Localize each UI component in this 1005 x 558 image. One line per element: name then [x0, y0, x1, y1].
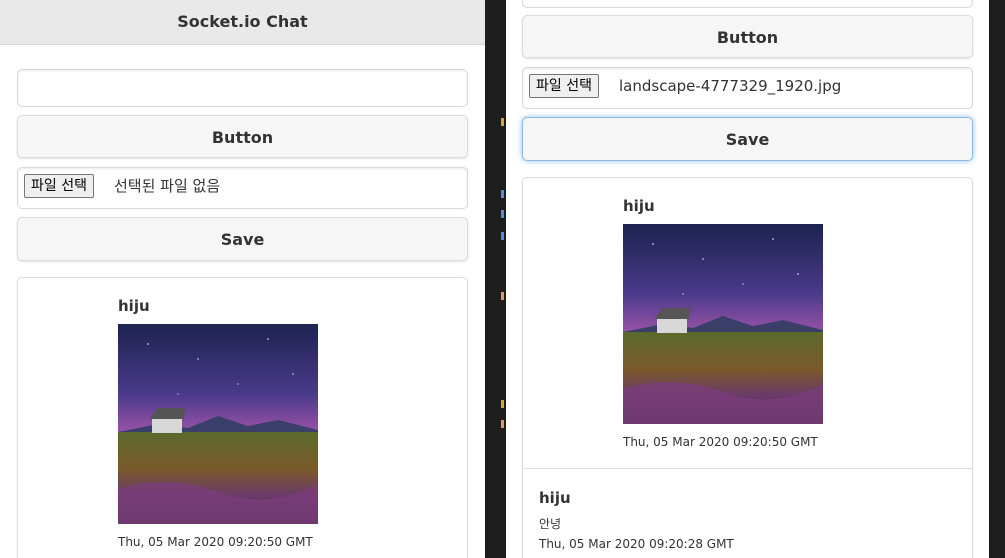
message-username: hiju — [118, 297, 150, 315]
choose-file-button[interactable]: 파일 선택 — [24, 174, 94, 198]
message-image — [623, 224, 823, 424]
message-list: hiju — [522, 177, 973, 558]
code-fragment — [501, 118, 504, 126]
choose-file-button[interactable]: 파일 선택 — [529, 74, 599, 98]
code-fragment — [501, 210, 504, 218]
message-timestamp: Thu, 05 Mar 2020 09:20:50 GMT — [118, 535, 313, 549]
code-fragment — [501, 400, 504, 408]
right-browser-window: Button 파일 선택 landscape-4777329_1920.jpg … — [506, 0, 989, 558]
message-image — [118, 324, 318, 524]
code-fragment — [501, 232, 504, 240]
left-browser-window: Socket.io Chat Button 파일 선택 선택된 파일 없음 Sa… — [0, 0, 485, 558]
message-text: 안녕 — [539, 517, 562, 531]
message-divider — [523, 468, 972, 469]
file-input[interactable]: 파일 선택 선택된 파일 없음 — [17, 167, 468, 209]
message-input[interactable] — [17, 69, 468, 107]
message-timestamp: Thu, 05 Mar 2020 09:20:28 GMT — [539, 537, 734, 551]
page-title: Socket.io Chat — [0, 0, 485, 45]
code-fragment — [501, 190, 504, 198]
code-fragment — [501, 420, 504, 428]
message-timestamp: Thu, 05 Mar 2020 09:20:50 GMT — [623, 435, 818, 449]
save-button[interactable]: Save — [17, 217, 468, 261]
file-status: 선택된 파일 없음 — [114, 177, 221, 195]
message-input[interactable] — [522, 0, 973, 8]
code-fragment — [501, 292, 504, 300]
message-list: hiju — [17, 277, 468, 558]
file-status: landscape-4777329_1920.jpg — [619, 77, 842, 95]
message-username: hiju — [539, 489, 571, 507]
message-username: hiju — [623, 197, 655, 215]
button[interactable]: Button — [17, 115, 468, 158]
file-input[interactable]: 파일 선택 landscape-4777329_1920.jpg — [522, 67, 973, 109]
save-button[interactable]: Save — [522, 117, 973, 161]
button[interactable]: Button — [522, 15, 973, 58]
